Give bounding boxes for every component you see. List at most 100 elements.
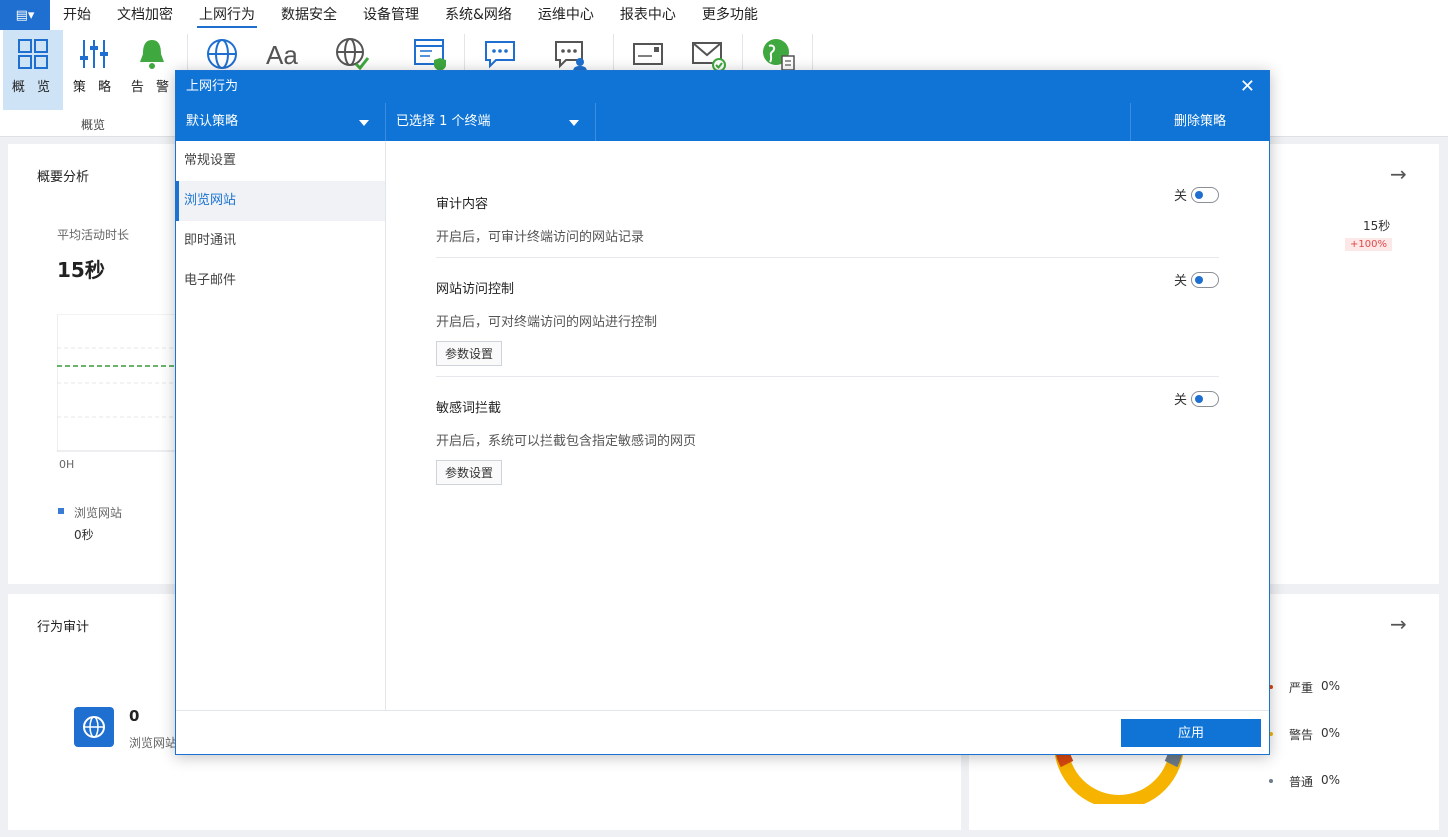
setting-name: 敏感词拦截: [436, 401, 502, 416]
globe-icon: [207, 39, 237, 69]
menu-device-management[interactable]: 设备管理: [350, 0, 432, 30]
dialog-sidebar: 常规设置 浏览网站 即时通讯 电子邮件: [176, 141, 386, 710]
legend-value: 0秒: [74, 528, 94, 542]
sliders-icon: [80, 40, 108, 68]
dialog-footer: 应用: [176, 710, 1269, 754]
setting-description: 开启后，可审计终端访问的网站记录: [436, 230, 645, 245]
right-metric-value: 15秒: [1363, 219, 1391, 233]
audit-count-label: 浏览网站: [129, 736, 178, 750]
envelope-check-icon: [692, 42, 726, 72]
globe-check-icon: [336, 38, 370, 71]
ribbon-divider: [187, 34, 188, 74]
menu-ops-center[interactable]: 运维中心: [525, 0, 607, 30]
alert-label: 告 警: [130, 80, 174, 95]
severe-label: 严重: [1289, 681, 1314, 695]
delete-policy-button[interactable]: 删除策略: [1131, 103, 1269, 141]
legend-label: 浏览网站: [74, 506, 123, 520]
audit-content-toggle[interactable]: 关: [1174, 185, 1219, 204]
policy-select-value: 默认策略: [186, 114, 239, 129]
sidebar-item-general[interactable]: 常规设置: [176, 141, 385, 181]
normal-label: 普通: [1289, 775, 1314, 789]
toggle-switch[interactable]: [1191, 186, 1219, 203]
menu-data-security[interactable]: 数据安全: [268, 0, 350, 30]
ribbon-divider: [742, 34, 743, 74]
params-button[interactable]: 参数设置: [436, 341, 503, 366]
setting-sensitive-word-block: 敏感词拦截 关 开启后，系统可以拦截包含指定敏感词的网页 参数设置: [436, 390, 1219, 485]
activity-line-chart: [57, 314, 177, 452]
toggle-state-label: 关: [1173, 393, 1187, 408]
policy-select[interactable]: 默认策略: [176, 103, 386, 141]
arrow-right-icon[interactable]: →: [1390, 162, 1407, 186]
toggle-state-label: 关: [1173, 189, 1187, 204]
toggle-knob: [1195, 275, 1203, 284]
ribbon-group-overview-label: 概览: [81, 118, 106, 132]
site-access-control-toggle[interactable]: 关: [1174, 270, 1219, 289]
dialog-toolbar: 默认策略 已选择 1 个终端 删除策略: [176, 103, 1269, 141]
bell-icon: [140, 40, 164, 69]
menu-icon: ▤▾: [15, 7, 35, 23]
grid-icon: [18, 39, 48, 69]
toolbar-spacer: [596, 103, 1131, 141]
menu-bar: ▤▾ 开始 文档加密 上网行为 数据安全 设备管理 系统&网络 运维中心 报表中…: [0, 0, 1448, 30]
avg-activity-value: 15秒: [57, 258, 105, 282]
alert-button[interactable]: 告 警: [126, 30, 178, 110]
avg-activity-label: 平均活动时长: [57, 228, 130, 242]
summary-card-title: 概要分析: [37, 170, 90, 185]
ribbon-divider: [613, 34, 614, 74]
dialog-title: 上网行为: [186, 79, 239, 94]
menu-web-behavior[interactable]: 上网行为: [186, 0, 268, 30]
policy-label: 策 略: [72, 80, 116, 95]
browse-site-tile[interactable]: [74, 707, 114, 747]
policy-button[interactable]: 策 略: [66, 30, 122, 110]
severe-value: 0%: [1321, 679, 1341, 693]
legend-swatch: [58, 508, 64, 514]
chevron-down-icon: [359, 120, 369, 126]
audit-card-title: 行为审计: [37, 620, 90, 635]
ribbon-divider: [812, 34, 813, 74]
chat-icon: [485, 41, 515, 69]
envelope-icon: [633, 43, 663, 65]
divider: [436, 376, 1219, 377]
terminal-select[interactable]: 已选择 1 个终端: [386, 103, 596, 141]
ribbon-divider: [464, 34, 465, 74]
svg-text:Aa: Aa: [266, 40, 298, 70]
chat-user-icon: [555, 41, 587, 72]
toggle-knob: [1195, 394, 1203, 403]
menu-start[interactable]: 开始: [50, 0, 104, 30]
dialog-title-bar: 上网行为 ✕: [176, 71, 1269, 103]
webpage-shield-icon: [414, 39, 446, 71]
sidebar-item-im[interactable]: 即时通讯: [176, 221, 385, 261]
menu-doc-encrypt[interactable]: 文档加密: [104, 0, 186, 30]
params-button[interactable]: 参数设置: [436, 460, 503, 485]
setting-description: 开启后，系统可以拦截包含指定敏感词的网页: [436, 434, 697, 449]
menu-system-network[interactable]: 系统&网络: [432, 0, 525, 30]
setting-audit-content: 审计内容 关 开启后，可审计终端访问的网站记录: [436, 186, 1219, 245]
divider: [436, 257, 1219, 258]
terminal-select-value: 已选择 1 个终端: [396, 114, 491, 129]
menu-more-features[interactable]: 更多功能: [689, 0, 771, 30]
warning-label: 警告: [1289, 728, 1314, 742]
font-icon: Aa: [266, 40, 298, 70]
sidebar-item-browse-web[interactable]: 浏览网站: [176, 181, 385, 221]
change-badge: +100%: [1345, 238, 1392, 251]
normal-value: 0%: [1321, 773, 1341, 787]
sidebar-item-email[interactable]: 电子邮件: [176, 261, 385, 301]
globe-icon: [83, 716, 105, 738]
toggle-switch[interactable]: [1191, 271, 1219, 288]
overview-button[interactable]: 概 览: [3, 30, 63, 110]
menu-report-center[interactable]: 报表中心: [607, 0, 689, 30]
apply-button[interactable]: 应用: [1121, 719, 1261, 747]
toggle-knob: [1195, 190, 1203, 199]
setting-description: 开启后，可对终端访问的网站进行控制: [436, 315, 658, 330]
app-menu-button[interactable]: ▤▾: [0, 0, 50, 30]
chevron-down-icon: [569, 120, 579, 126]
toggle-switch[interactable]: [1191, 390, 1219, 407]
setting-site-access-control: 网站访问控制 关 开启后，可对终端访问的网站进行控制 参数设置: [436, 271, 1219, 366]
setting-name: 网站访问控制: [436, 282, 515, 297]
sensitive-word-toggle[interactable]: 关: [1174, 389, 1219, 408]
chart-x-axis-start: 0H: [59, 458, 75, 471]
close-icon[interactable]: ✕: [1240, 71, 1255, 103]
web-behavior-dialog: 上网行为 ✕ 默认策略 已选择 1 个终端 删除策略 常规设置 浏览网站 即时通…: [175, 70, 1270, 755]
arrow-right-icon[interactable]: →: [1390, 612, 1407, 636]
overview-label: 概 览: [11, 80, 55, 95]
